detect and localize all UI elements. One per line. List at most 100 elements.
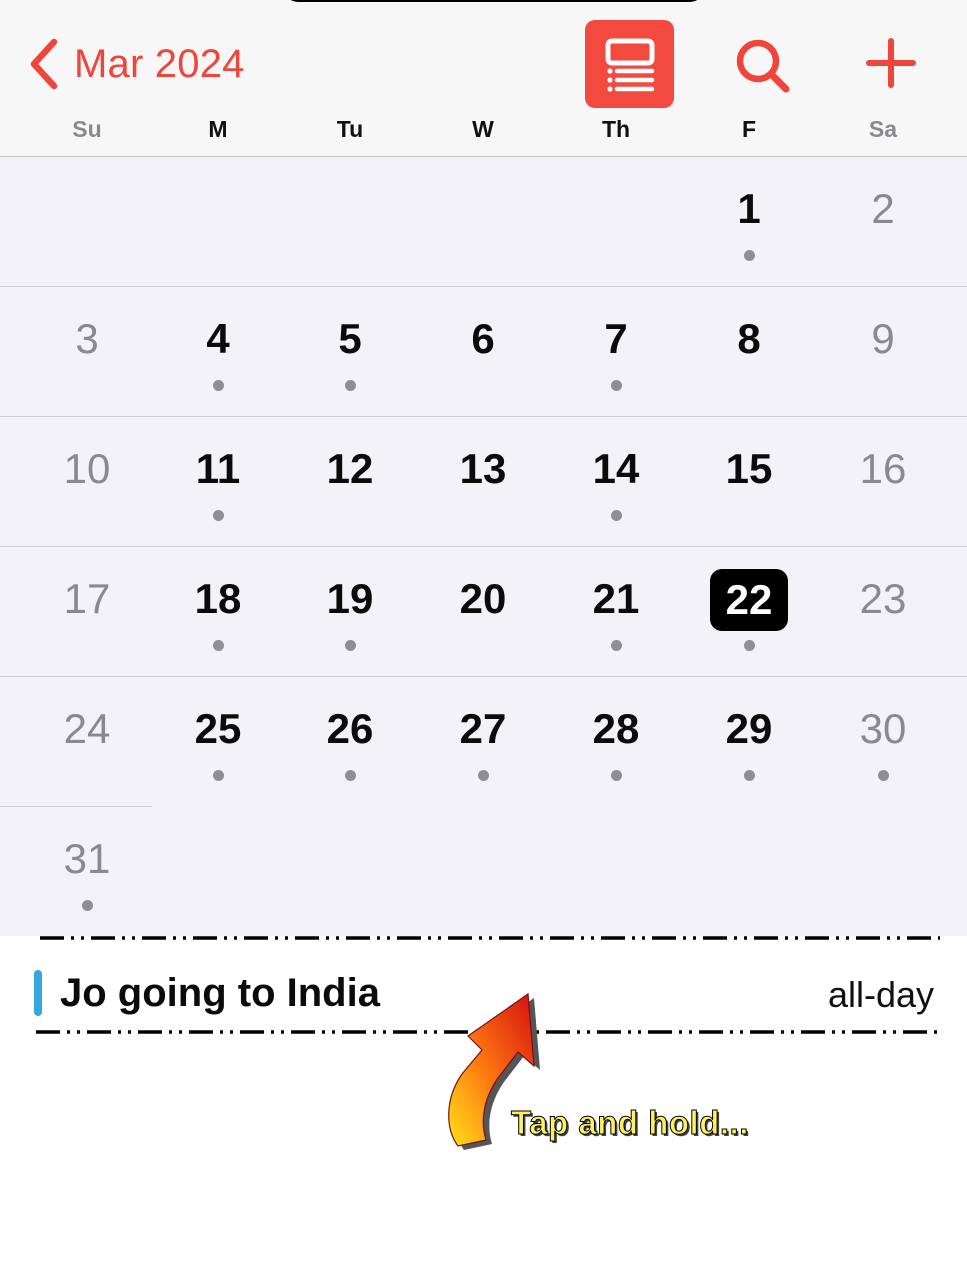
day-number: 30	[859, 705, 907, 752]
event-indicator-dot	[877, 770, 889, 781]
event-indicator-dot	[743, 250, 755, 261]
day-number: 15	[725, 445, 773, 492]
day-number: 20	[459, 575, 507, 622]
day-number: 23	[859, 575, 907, 622]
event-indicator-dot	[610, 770, 622, 781]
search-icon[interactable]	[733, 36, 791, 94]
day-number: 8	[737, 315, 761, 362]
day-cell[interactable]: 19	[290, 547, 410, 677]
day-number: 14	[592, 445, 640, 492]
day-number: 26	[326, 705, 374, 752]
day-number: 9	[871, 315, 895, 362]
day-number: 17	[63, 575, 111, 622]
day-number: 16	[859, 445, 907, 492]
day-cell[interactable]: 6	[423, 287, 543, 417]
day-number: 5	[338, 315, 362, 362]
day-cell[interactable]: 31	[27, 807, 147, 937]
weekday-label: Tu	[336, 116, 364, 142]
event-indicator-dot	[743, 770, 755, 781]
day-cell[interactable]: 9	[823, 287, 943, 417]
weekday-header: Su M Tu W Th F Sa	[0, 116, 967, 150]
day-cell[interactable]: 28	[556, 677, 676, 807]
event-indicator-dot	[743, 640, 755, 651]
day-cell[interactable]: 29	[689, 677, 809, 807]
calendar-header: Mar 2024 Su M Tu W Th F Sa	[0, 0, 967, 157]
day-number: 2	[871, 185, 895, 232]
day-cell[interactable]: 18	[158, 547, 278, 677]
weekday-label: Th	[601, 116, 631, 142]
day-cell[interactable]: 26	[290, 677, 410, 807]
weekday-label: W	[472, 116, 494, 142]
event-title: Jo going to India	[60, 971, 380, 1015]
day-cell[interactable]: 12	[290, 417, 410, 547]
event-indicator-dot	[344, 380, 356, 391]
day-number: 25	[194, 705, 242, 752]
day-number: 12	[326, 445, 374, 492]
day-cell[interactable]: 16	[823, 417, 943, 547]
day-number: 6	[471, 315, 495, 362]
day-cell[interactable]: 3	[27, 287, 147, 417]
day-cell[interactable]: 1	[689, 157, 809, 287]
day-cell[interactable]: 7	[556, 287, 676, 417]
weekday-label: F	[741, 116, 757, 142]
day-number: 13	[459, 445, 507, 492]
day-cell[interactable]: 17	[27, 547, 147, 677]
day-cell[interactable]: 4	[158, 287, 278, 417]
event-indicator-dot	[610, 640, 622, 651]
calendar-color-bar	[34, 970, 42, 1016]
event-indicator-dot	[212, 380, 224, 391]
event-indicator-dot	[212, 510, 224, 521]
day-cell[interactable]: 15	[689, 417, 809, 547]
day-cell[interactable]: 10	[27, 417, 147, 547]
tap-and-hold-hint: Tap and hold...	[511, 1104, 749, 1142]
event-indicator-dot	[81, 900, 93, 911]
event-time: all-day	[827, 974, 934, 1015]
event-indicator-dot	[477, 770, 489, 781]
weekday-label: M	[208, 116, 228, 142]
day-cell[interactable]: 2	[823, 157, 943, 287]
event-indicator-dot	[610, 380, 622, 391]
day-cell[interactable]: 21	[556, 547, 676, 677]
device-notch	[284, 0, 704, 2]
day-number: 3	[75, 315, 99, 362]
day-number: 28	[592, 705, 640, 752]
day-cell[interactable]: 20	[423, 547, 543, 677]
list-view-toggle-button[interactable]	[585, 20, 674, 108]
weekday-label: Su	[72, 116, 102, 142]
annotation-dash-line-top	[40, 936, 940, 940]
day-number: 19	[326, 575, 374, 622]
event-indicator-dot	[344, 640, 356, 651]
calendar-list-icon	[605, 38, 654, 92]
day-number: 11	[195, 445, 241, 492]
event-indicator-dot	[212, 770, 224, 781]
event-indicator-dot	[212, 640, 224, 651]
event-indicator-dot	[344, 770, 356, 781]
day-number: 21	[592, 575, 640, 622]
day-number: 31	[63, 835, 111, 882]
day-number: 4	[206, 315, 230, 362]
plus-icon[interactable]	[866, 38, 916, 88]
day-number: 1	[737, 185, 761, 232]
day-cell[interactable]: 13	[423, 417, 543, 547]
day-cell-today[interactable]: 22	[689, 547, 809, 677]
back-to-year-button[interactable]: Mar 2024	[24, 34, 245, 94]
day-number: 29	[725, 705, 773, 752]
day-cell[interactable]: 5	[290, 287, 410, 417]
day-cell[interactable]: 30	[823, 677, 943, 807]
month-title: Mar 2024	[74, 41, 245, 86]
day-number: 10	[63, 445, 111, 492]
month-grid: 1 2 3 4 5 6 7 8 9 10 11 12 13 14 15 16 17 18 19 20 21 22 23 24 2…	[0, 157, 967, 936]
day-cell[interactable]: 25	[158, 677, 278, 807]
day-cell[interactable]: 23	[823, 547, 943, 677]
day-cell[interactable]: 8	[689, 287, 809, 417]
day-cell[interactable]: 24	[27, 677, 147, 807]
day-cell[interactable]: 14	[556, 417, 676, 547]
day-number: 24	[63, 705, 111, 752]
day-cell[interactable]: 27	[423, 677, 543, 807]
day-cell[interactable]: 11	[158, 417, 278, 547]
weekday-label: Sa	[868, 116, 898, 142]
day-number: 7	[604, 315, 628, 362]
day-number: 27	[459, 705, 507, 752]
event-indicator-dot	[610, 510, 622, 521]
chevron-left-icon	[30, 38, 58, 90]
